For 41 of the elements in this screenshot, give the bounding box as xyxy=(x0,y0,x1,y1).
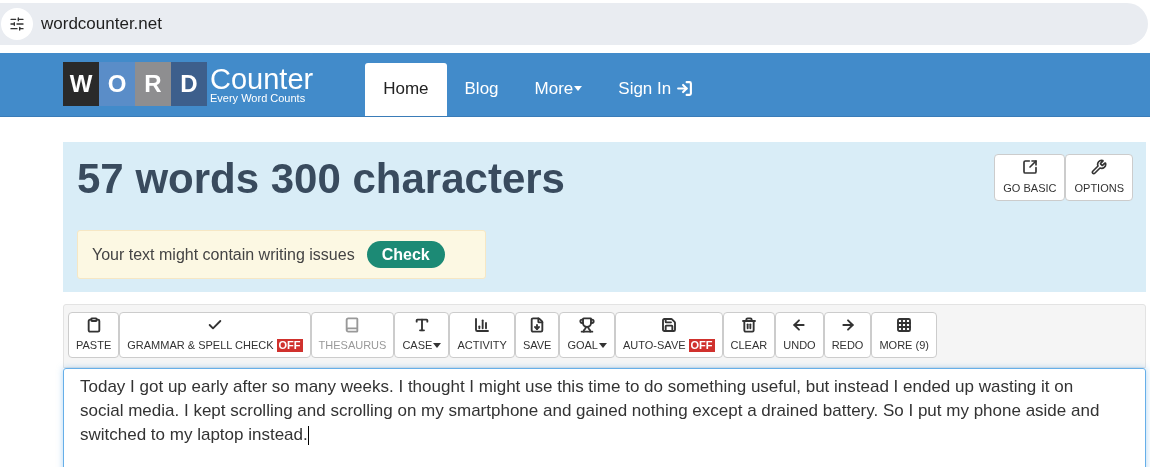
trash-icon xyxy=(740,316,757,333)
caret-icon xyxy=(574,86,583,91)
text-editor[interactable]: Today I got up early after so many weeks. I thought I might use this time to do something useful, but instead I ended up wasting it on social media. I kept scrolling and scrolling on my smartphone and gained nothing except a drained battery. So I put my phone aside and switched to my laptop instead. xyxy=(63,368,1146,467)
site-settings-icon[interactable] xyxy=(1,8,33,40)
clipboard-icon xyxy=(85,316,102,333)
logo[interactable]: W O R D Counter Every Word Counts xyxy=(63,62,314,106)
wrench-icon xyxy=(1091,158,1108,175)
address-bar[interactable]: wordcounter.net xyxy=(0,3,1148,45)
nav-link[interactable]: Sign In xyxy=(600,63,712,116)
toolbar-button[interactable]: MORE (9) xyxy=(871,312,937,358)
toolbar-button[interactable]: PASTE xyxy=(68,312,120,358)
off-badge: OFF xyxy=(688,338,715,352)
toolbar-button[interactable]: ACTIVITY xyxy=(449,312,515,358)
url-text: wordcounter.net xyxy=(41,13,162,36)
file-download-icon xyxy=(529,316,546,333)
caret-icon xyxy=(433,342,442,348)
trophy-icon xyxy=(579,316,596,333)
toolbar-button[interactable]: REDO xyxy=(823,312,872,358)
word-count-headline: 57 words 300 characters xyxy=(77,154,565,204)
nav-link[interactable]: More xyxy=(516,63,601,116)
nav-link[interactable]: Home xyxy=(365,63,447,116)
sign-in-icon xyxy=(676,80,694,97)
off-badge: OFF xyxy=(276,338,303,352)
toolbar-button[interactable]: CASE xyxy=(394,312,450,358)
toolbar-button[interactable]: CLEAR xyxy=(722,312,776,358)
caret-icon xyxy=(599,342,607,348)
book-icon xyxy=(344,316,361,333)
toolbar-button[interactable]: UNDO xyxy=(775,312,824,358)
alert-text: Your text might contain writing issues xyxy=(92,244,355,265)
bar-chart-icon xyxy=(474,316,491,333)
toolbar-button[interactable]: SAVE xyxy=(514,312,560,358)
text-case-icon xyxy=(413,316,430,333)
toolbar-button[interactable]: AUTO-SAVE OFF xyxy=(615,312,723,358)
toolbar-button[interactable]: GRAMMAR & SPELL CHECK OFF xyxy=(119,312,311,358)
panel-button[interactable]: GO BASIC xyxy=(994,154,1066,201)
toolbar-button[interactable]: GOAL xyxy=(559,312,615,358)
check-button[interactable]: Check xyxy=(366,241,445,268)
nav-link[interactable]: Blog xyxy=(446,63,517,116)
grid-icon xyxy=(896,316,913,333)
external-link-icon xyxy=(1021,158,1038,175)
panel-button[interactable]: OPTIONS xyxy=(1065,154,1133,201)
